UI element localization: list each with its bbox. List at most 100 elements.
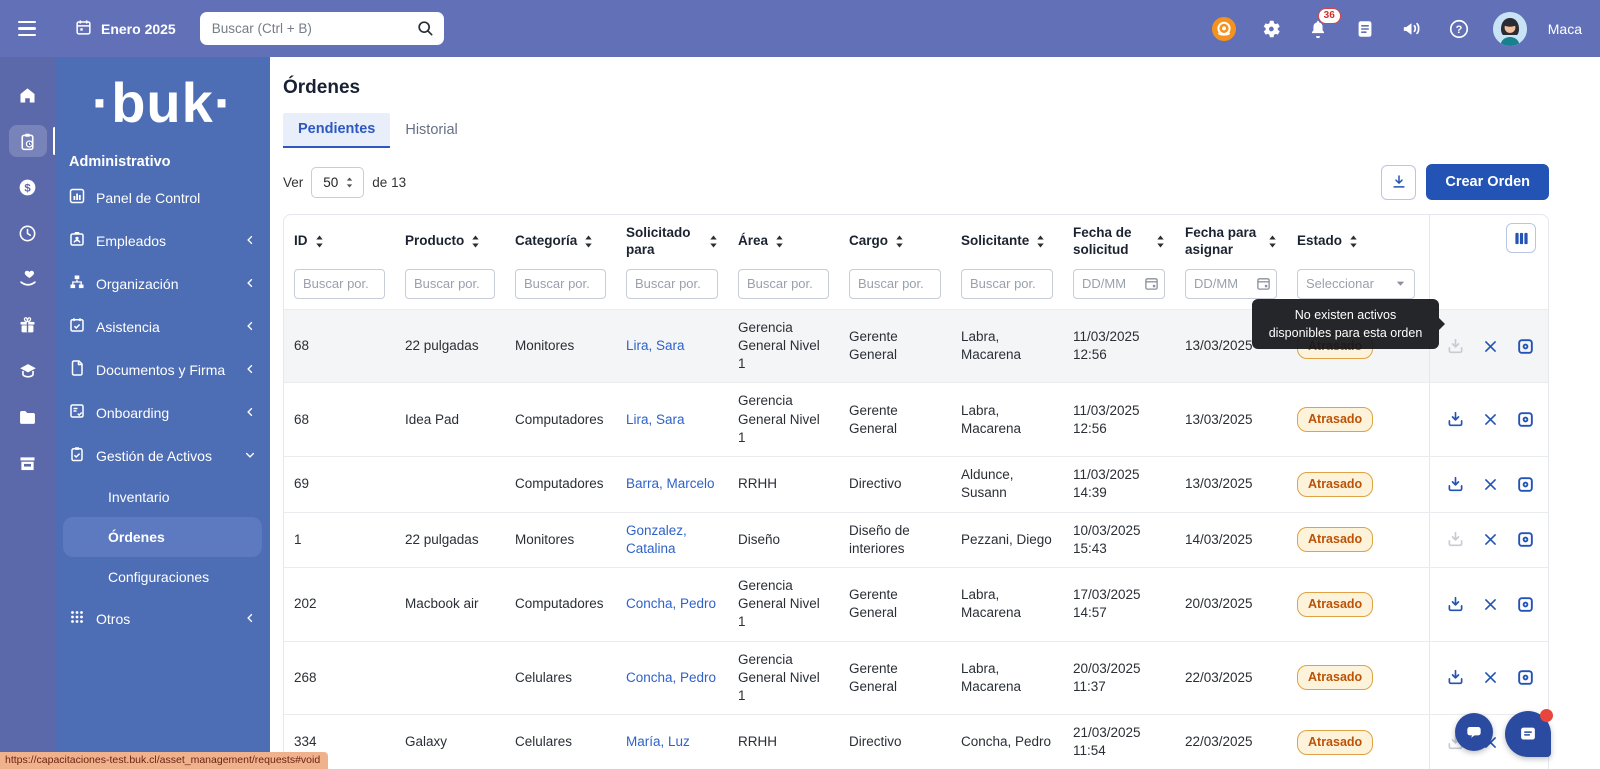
rail-marketplace-icon[interactable] <box>9 447 47 479</box>
text-filter-input-0[interactable] <box>294 269 385 299</box>
text-filter-input-3[interactable] <box>626 269 718 299</box>
page-size-select[interactable]: 50 <box>311 167 364 198</box>
estado-filter-select[interactable]: Seleccionar <box>1297 269 1415 299</box>
column-header-3[interactable]: Solicitado para <box>616 215 728 263</box>
help-icon[interactable]: ? <box>1446 16 1472 42</box>
sidebar-item-documentos-y-firma[interactable]: Documentos y Firma <box>55 348 270 391</box>
sidebar-subitem-configuraciones[interactable]: Configuraciones <box>63 557 262 597</box>
chevron-left-icon <box>244 405 256 421</box>
column-header-4[interactable]: Área <box>728 215 839 263</box>
text-filter-input-2[interactable] <box>515 269 606 299</box>
create-order-button[interactable]: Crear Orden <box>1426 164 1549 200</box>
user-avatar[interactable] <box>1493 12 1527 46</box>
sidebar-item-organizacion[interactable]: Organización <box>55 262 270 305</box>
sidebar-subitem-inventario[interactable]: Inventario <box>63 477 262 517</box>
cell-categoria: Computadores <box>505 568 616 641</box>
text-filter-input-1[interactable] <box>405 269 495 299</box>
support-icon[interactable] <box>1211 16 1237 42</box>
view-detail-button[interactable] <box>1514 409 1536 431</box>
column-header-8[interactable]: Fecha para asignar <box>1175 215 1287 263</box>
rail-documents-icon[interactable] <box>9 401 47 433</box>
cell-solicitante: Labra, Macarena <box>951 310 1063 383</box>
solicitado-para-link[interactable]: Concha, Pedro <box>626 595 716 613</box>
text-filter-input-6[interactable] <box>961 269 1053 299</box>
view-detail-button[interactable] <box>1514 667 1536 689</box>
solicitado-para-link[interactable]: Barra, Marcelo <box>626 475 715 493</box>
cancel-order-button[interactable] <box>1479 593 1501 615</box>
orders-table: IDProductoCategoríaSolicitado paraÁreaCa… <box>283 214 1549 769</box>
tab-historial[interactable]: Historial <box>390 113 472 148</box>
column-settings-button[interactable] <box>1506 223 1536 253</box>
cell-actions <box>1429 513 1548 567</box>
text-filter-input-4[interactable] <box>738 269 829 299</box>
cancel-order-button[interactable] <box>1479 529 1501 551</box>
sidebar-item-empleados[interactable]: Empleados <box>55 219 270 262</box>
assign-asset-button[interactable] <box>1444 409 1466 431</box>
sidebar-item-asistencia[interactable]: Asistencia <box>55 305 270 348</box>
hamburger-menu-icon[interactable] <box>18 16 44 42</box>
filter-cell-7 <box>1063 263 1175 309</box>
column-header-5[interactable]: Cargo <box>839 215 951 263</box>
page-title: Órdenes <box>283 77 1600 99</box>
download-button[interactable] <box>1381 165 1416 200</box>
solicitado-para-link[interactable]: María, Luz <box>626 733 690 751</box>
sidebar-item-panel-de-control[interactable]: Panel de Control <box>55 176 270 219</box>
sidebar-subitem-ordenes[interactable]: Órdenes <box>63 517 262 557</box>
rail-time-icon[interactable] <box>9 217 47 249</box>
rail-asset-management-icon[interactable] <box>9 125 47 157</box>
rail-payroll-icon[interactable]: $ <box>9 171 47 203</box>
view-detail-button[interactable] <box>1514 473 1536 495</box>
rail-training-icon[interactable] <box>9 355 47 387</box>
rail-home-icon[interactable] <box>9 79 47 111</box>
assign-asset-button <box>1444 529 1466 551</box>
sort-icon <box>313 234 326 249</box>
assign-asset-button[interactable] <box>1444 667 1466 689</box>
assign-asset-button[interactable] <box>1444 473 1466 495</box>
period-selector[interactable]: Enero 2025 <box>74 18 176 40</box>
text-filter-input-5[interactable] <box>849 269 941 299</box>
sidebar-item-gestion-de-activos[interactable]: Gestión de Activos <box>55 434 270 477</box>
rail-gifts-icon[interactable] <box>9 309 47 341</box>
view-detail-button[interactable] <box>1514 529 1536 551</box>
column-header-2[interactable]: Categoría <box>505 215 616 263</box>
cancel-order-button[interactable] <box>1479 409 1501 431</box>
rail-benefits-icon[interactable] <box>9 263 47 295</box>
date-filter-input-7[interactable] <box>1073 269 1165 299</box>
column-header-6[interactable]: Solicitante <box>951 215 1063 263</box>
sidebar-item-onboarding[interactable]: Onboarding <box>55 391 270 434</box>
sidebar-subitem-label: Inventario <box>108 489 169 505</box>
view-detail-button[interactable] <box>1514 593 1536 615</box>
support-chat-button[interactable] <box>1505 711 1551 757</box>
column-header-7[interactable]: Fecha de solicitud <box>1063 215 1175 263</box>
cancel-order-button[interactable] <box>1479 335 1501 357</box>
assign-asset-button[interactable] <box>1444 593 1466 615</box>
cancel-order-button[interactable] <box>1479 667 1501 689</box>
column-header-1[interactable]: Producto <box>395 215 505 263</box>
notifications-bell-icon[interactable]: 36 <box>1305 16 1331 42</box>
cell-actions <box>1429 457 1548 511</box>
table-row: 334GalaxyCelularesMaría, LuzRRHHDirectiv… <box>284 714 1548 769</box>
announcements-megaphone-icon[interactable] <box>1399 16 1425 42</box>
solicitado-para-link[interactable]: Concha, Pedro <box>626 669 716 687</box>
solicitado-para-link[interactable]: Gonzalez, Catalina <box>626 522 720 558</box>
main-content: Órdenes Pendientes Historial Ver 50 de 1… <box>270 57 1600 769</box>
search-icon[interactable] <box>415 18 435 43</box>
search-input[interactable] <box>200 12 444 45</box>
view-detail-button[interactable] <box>1514 335 1536 357</box>
cell-area: Diseño <box>728 513 839 567</box>
feedback-chat-button[interactable] <box>1455 713 1493 751</box>
sidebar-item-otros[interactable]: Otros <box>55 597 270 640</box>
sort-icon <box>469 234 482 249</box>
tab-pendientes[interactable]: Pendientes <box>283 113 390 148</box>
column-header-9[interactable]: Estado <box>1287 215 1429 263</box>
cell-solicitante: Labra, Macarena <box>951 568 1063 641</box>
sidebar-item-label: Asistencia <box>96 319 233 335</box>
solicitado-para-link[interactable]: Lira, Sara <box>626 337 685 355</box>
date-filter-input-8[interactable] <box>1185 269 1277 299</box>
column-header-0[interactable]: ID <box>284 215 395 263</box>
settings-gear-icon[interactable] <box>1258 16 1284 42</box>
solicitado-para-link[interactable]: Lira, Sara <box>626 411 685 429</box>
cell-categoria: Computadores <box>505 383 616 456</box>
cancel-order-button[interactable] <box>1479 473 1501 495</box>
document-notes-icon[interactable] <box>1352 16 1378 42</box>
